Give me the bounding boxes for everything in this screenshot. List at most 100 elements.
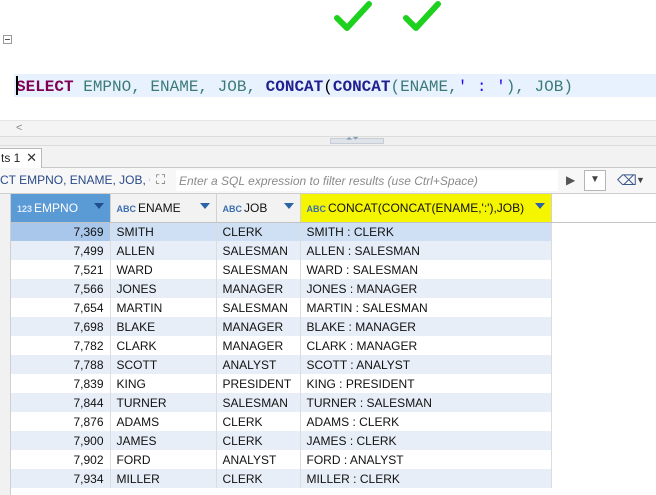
table-cell[interactable]: FORD : ANALYST [300,450,552,469]
table-cell[interactable]: 7,782 [11,336,111,355]
filter-history-dropdown-icon[interactable]: ▼ [584,170,606,191]
eraser-icon[interactable]: ⌫ [617,172,637,189]
table-cell[interactable]: SALESMAN [216,298,301,317]
row-filler [551,374,656,393]
table-cell[interactable]: WARD [110,260,217,279]
table-cell[interactable]: 7,566 [11,279,111,298]
table-cell[interactable]: 7,499 [11,241,111,260]
table-cell[interactable]: 7,839 [11,374,111,393]
table-cell[interactable]: 7,654 [11,298,111,317]
tab-results-1[interactable]: ts 1 ✕ [0,148,42,168]
chevron-down-icon[interactable] [534,203,545,209]
table-row[interactable]: 7,499 ALLEN SALESMAN ALLEN : SALESMAN [11,241,656,260]
table-row[interactable]: 7,369 SMITH CLERK SMITH : CLERK [11,222,656,241]
table-row[interactable]: 7,876 ADAMS CLERK ADAMS : CLERK [11,412,656,431]
table-cell[interactable]: SALESMAN [216,393,301,412]
table-cell[interactable]: 7,876 [11,412,111,431]
table-row[interactable]: 7,902 FORD ANALYST FORD : ANALYST [11,450,656,469]
table-cell[interactable]: 7,521 [11,260,111,279]
column-header-empno[interactable]: 123 EMPNO [11,194,111,223]
column-header-job[interactable]: ABC JOB [216,194,301,223]
table-cell[interactable]: BLAKE [110,317,217,336]
table-row[interactable]: 7,698 BLAKE MANAGER BLAKE : MANAGER [11,317,656,336]
table-cell[interactable]: TURNER [110,393,217,412]
chevron-down-icon[interactable]: ▼ [636,175,645,185]
table-row[interactable]: 7,839 KING PRESIDENT KING : PRESIDENT [11,374,656,393]
table-cell[interactable]: CLERK [216,412,301,431]
table-cell[interactable]: SCOTT [110,355,217,374]
table-cell[interactable]: 7,844 [11,393,111,412]
table-cell[interactable]: 7,934 [11,469,111,488]
table-cell[interactable]: CLERK [216,431,301,450]
table-cell[interactable]: MILLER [110,469,217,488]
table-row[interactable]: 7,934 MILLER CLERK MILLER : CLERK [11,469,656,488]
chevron-down-icon[interactable] [93,203,104,209]
table-cell[interactable]: SMITH [110,222,217,241]
table-cell[interactable]: BLAKE : MANAGER [300,317,552,336]
results-table[interactable]: 123 EMPNO ABC ENAME ABC JOB ABC CONCAT(CONCAT(E… [11,194,656,488]
table-cell[interactable]: MARTIN : SALESMAN [300,298,552,317]
table-cell[interactable]: SCOTT : ANALYST [300,355,552,374]
table-cell[interactable]: CLERK [216,222,301,241]
table-cell[interactable]: 7,900 [11,431,111,450]
table-row[interactable]: 7,654 MARTIN SALESMAN MARTIN : SALESMAN [11,298,656,317]
table-cell[interactable]: CLERK [216,469,301,488]
filter-input[interactable]: Enter a SQL expression to filter results… [176,170,558,191]
table-cell[interactable]: SALESMAN [216,241,301,260]
table-cell[interactable]: 7,788 [11,355,111,374]
table-row[interactable]: 7,521 WARD SALESMAN WARD : SALESMAN [11,260,656,279]
table-row[interactable]: 7,788 SCOTT ANALYST SCOTT : ANALYST [11,355,656,374]
table-cell[interactable]: ANALYST [216,450,301,469]
table-cell[interactable]: MANAGER [216,336,301,355]
column-header-label: ENAME [138,200,181,215]
scroll-left-icon[interactable]: < [16,122,22,134]
checkmark-annotation-icon [403,1,441,31]
play-icon[interactable]: ▶ [566,173,575,187]
table-cell[interactable]: FORD [110,450,217,469]
table-cell[interactable]: JAMES : CLERK [300,431,552,450]
table-cell[interactable]: JONES [110,279,217,298]
table-cell[interactable]: ALLEN : SALESMAN [300,241,552,260]
table-cell[interactable]: SALESMAN [216,260,301,279]
table-cell[interactable]: WARD : SALESMAN [300,260,552,279]
fold-toggle-icon[interactable] [3,35,12,44]
close-tab-icon[interactable]: ✕ [26,150,37,166]
splitter-grip-icon[interactable] [330,134,384,144]
expand-icon[interactable]: ⛶ [156,172,165,188]
table-cell[interactable]: 7,902 [11,450,111,469]
table-cell[interactable]: 7,698 [11,317,111,336]
table-cell[interactable]: KING [110,374,217,393]
table-cell[interactable]: 7,369 [11,222,111,241]
chevron-down-icon[interactable] [199,203,210,209]
table-cell[interactable]: MANAGER [216,279,301,298]
table-cell[interactable]: MILLER : CLERK [300,469,552,488]
table-row[interactable]: 7,900 JAMES CLERK JAMES : CLERK [11,431,656,450]
table-row[interactable]: 7,566 JONES MANAGER JONES : MANAGER [11,279,656,298]
table-cell[interactable]: KING : PRESIDENT [300,374,552,393]
column-header-concat-concat-ename-job[interactable]: ABC CONCAT(CONCAT(ENAME,':'),JOB) [300,194,552,223]
table-cell[interactable]: PRESIDENT [216,374,301,393]
table-cell[interactable]: TURNER : SALESMAN [300,393,552,412]
table-cell[interactable]: MANAGER [216,317,301,336]
text-type-icon: ABC [306,203,327,214]
sql-editor[interactable]: SELECT EMPNO, ENAME, JOB, CONCAT(CONCAT(… [0,0,656,165]
column-header-ename[interactable]: ABC ENAME [110,194,217,223]
table-row[interactable]: 7,782 CLARK MANAGER CLARK : MANAGER [11,336,656,355]
table-cell[interactable]: ALLEN [110,241,217,260]
sql-token: CONCAT [265,78,324,96]
table-cell[interactable]: ADAMS : CLERK [300,412,552,431]
table-cell[interactable]: JONES : MANAGER [300,279,552,298]
table-cell[interactable]: JAMES [110,431,217,450]
chevron-down-icon[interactable] [283,203,294,209]
table-cell[interactable]: MARTIN [110,298,217,317]
table-cell[interactable]: SMITH : CLERK [300,222,552,241]
editor-horizontal-scrollbar[interactable]: < [0,120,656,136]
editor-results-splitter[interactable] [0,134,656,146]
table-cell[interactable]: CLARK [110,336,217,355]
table-row[interactable]: 7,844 TURNER SALESMAN TURNER : SALESMAN [11,393,656,412]
table-cell[interactable]: CLARK : MANAGER [300,336,552,355]
sql-line-select[interactable]: SELECT EMPNO, ENAME, JOB, CONCAT(CONCAT(… [16,76,573,99]
table-cell[interactable]: ANALYST [216,355,301,374]
table-cell[interactable]: ADAMS [110,412,217,431]
results-grid[interactable]: 123 EMPNO ABC ENAME ABC JOB ABC CONCAT(CONCAT(E… [0,194,656,495]
